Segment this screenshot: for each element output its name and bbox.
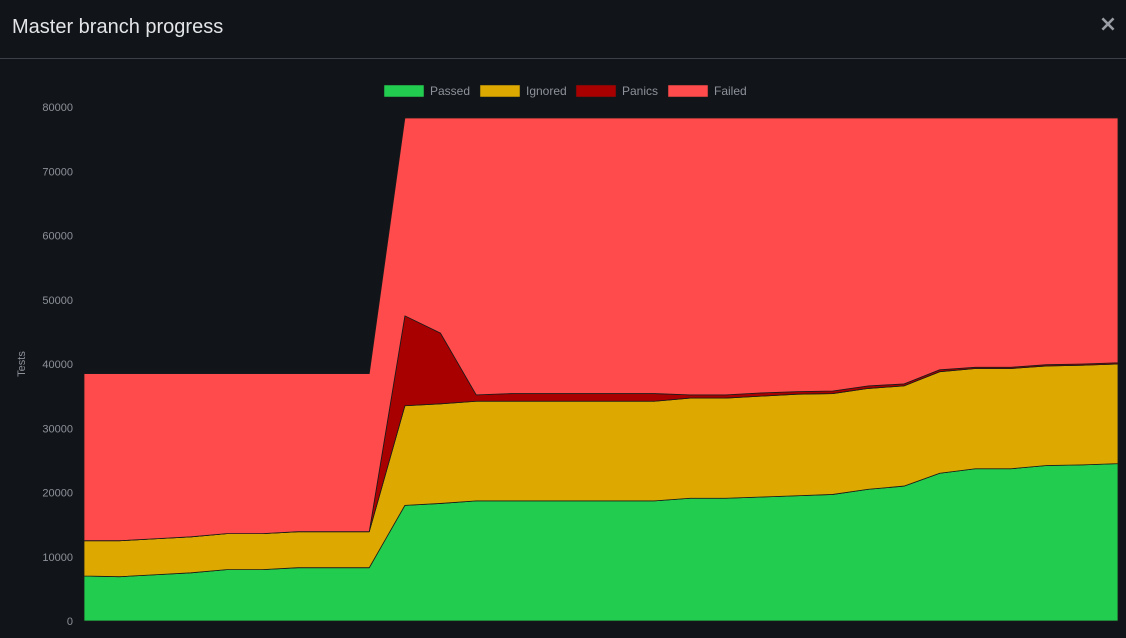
y-tick-label: 60000 [42, 231, 73, 243]
legend-label-passed: Passed [430, 84, 470, 98]
legend-label-panics: Panics [622, 84, 658, 98]
y-axis-title: Tests [16, 351, 28, 377]
legend-swatch-passed [383, 84, 425, 98]
y-tick-label: 40000 [42, 359, 73, 371]
legend-label-ignored: Ignored [526, 84, 567, 98]
y-tick-label: 20000 [42, 488, 73, 500]
legend-swatch-failed [667, 84, 709, 98]
modal-header: Master branch progress × [0, 0, 1126, 59]
y-tick-label: 70000 [42, 166, 73, 178]
y-tick-label: 30000 [42, 423, 73, 435]
legend-swatch-ignored [479, 84, 521, 98]
y-tick-label: 80000 [42, 102, 73, 114]
legend-label-failed: Failed [714, 84, 747, 98]
y-tick-label: 50000 [42, 295, 73, 307]
progress-chart: 0 10000 20000 30000 40000 50000 60000 70000 8000… [16, 84, 1119, 628]
y-tick-label: 0 [67, 616, 73, 628]
close-icon[interactable]: × [1098, 13, 1118, 37]
legend-swatch-panics [575, 84, 617, 98]
y-tick-label: 10000 [42, 552, 73, 564]
modal-title: Master branch progress [12, 16, 224, 38]
